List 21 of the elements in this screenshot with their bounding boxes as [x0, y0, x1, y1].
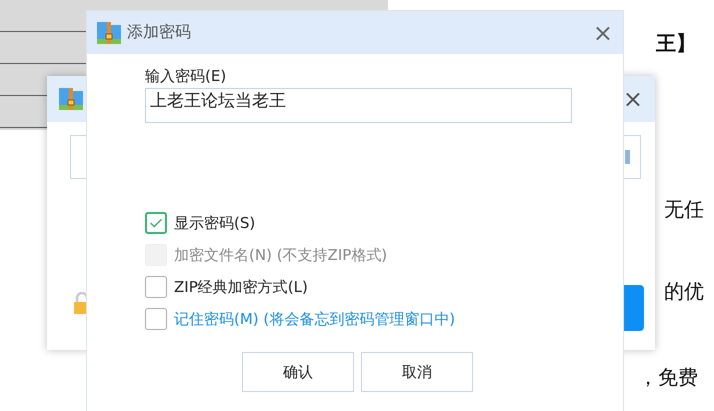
option-label: 记住密码(M) (将会备忘到密码管理窗口中): [174, 310, 456, 328]
archive-icon: [97, 22, 121, 44]
close-button[interactable]: ×: [622, 85, 643, 113]
option-label: ZIP经典加密方式(L): [174, 278, 308, 296]
document-text: 王】: [656, 30, 696, 57]
close-button[interactable]: ×: [592, 18, 613, 46]
checkbox[interactable]: [145, 276, 167, 298]
window-title: 添加密码: [127, 22, 191, 43]
document-text: 的优: [664, 278, 704, 305]
password-field[interactable]: 上老王论坛当老王: [145, 88, 572, 123]
dialog-button[interactable]: 确认: [242, 352, 354, 392]
checkbox[interactable]: [145, 212, 167, 234]
password-label: 输入密码(E): [145, 66, 228, 86]
archive-icon: [59, 88, 83, 110]
option-label: 加密文件名(N) (不支持ZIP格式): [174, 246, 388, 264]
option-label: 显示密码(S): [174, 214, 256, 232]
field-icon: [625, 150, 630, 164]
dialog-button[interactable]: 取消: [361, 352, 473, 392]
document-text: 无任: [664, 196, 704, 223]
checkbox[interactable]: [145, 308, 167, 330]
document-text: ，免费: [638, 364, 698, 391]
